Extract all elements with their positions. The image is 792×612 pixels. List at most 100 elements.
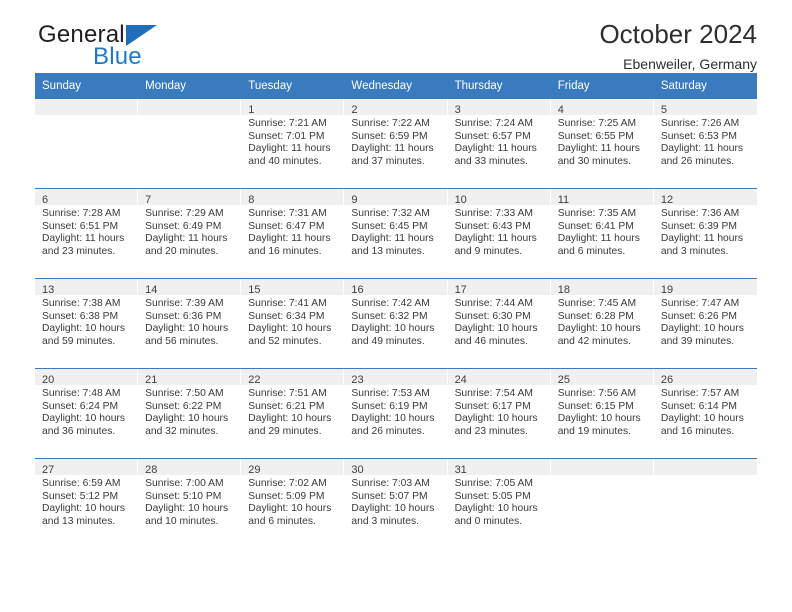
day-cell[interactable]: 19 Sunrise: 7:47 AM Sunset: 6:26 PM Dayl… [653,279,757,368]
day-cell[interactable]: 12 Sunrise: 7:36 AM Sunset: 6:39 PM Dayl… [653,189,757,278]
day-cell[interactable]: 7 Sunrise: 7:29 AM Sunset: 6:49 PM Dayli… [138,189,242,278]
day-info: Sunrise: 7:57 AM Sunset: 6:14 PM Dayligh… [654,385,757,438]
day-number-strip: 20 [35,369,138,386]
daylight-text: Daylight: 11 hours and 33 minutes. [454,143,537,167]
day-number: 2 [351,104,358,116]
day-number-strip: 18 [550,279,653,296]
day-number: 10 [454,194,467,206]
day-number: 19 [660,284,674,296]
calendar-week-row: 20 Sunrise: 7:48 AM Sunset: 6:24 PM Dayl… [35,368,757,458]
day-number-strip [653,459,757,475]
day-number-strip: 30 [344,459,447,476]
day-info: Sunrise: 7:42 AM Sunset: 6:32 PM Dayligh… [344,295,446,348]
day-number-strip: 17 [447,279,550,296]
daylight-text: Daylight: 11 hours and 37 minutes. [351,143,434,167]
sunrise-text: Sunrise: 7:05 AM [454,478,533,489]
sunrise-text: Sunrise: 7:50 AM [145,388,224,399]
day-info [551,475,653,478]
day-info [138,115,240,118]
sunrise-text: Sunrise: 7:33 AM [454,208,533,219]
weekday-monday: Monday [145,80,187,92]
sunset-text: Sunset: 6:28 PM [557,310,634,322]
weekday-wednesday: Wednesday [351,80,412,92]
sunrise-text: Sunrise: 6:59 AM [42,478,121,489]
day-cell[interactable]: 22 Sunrise: 7:51 AM Sunset: 6:21 PM Dayl… [241,369,345,458]
day-cell[interactable]: 2 Sunrise: 7:22 AM Sunset: 6:59 PM Dayli… [344,99,448,188]
day-info: Sunrise: 7:53 AM Sunset: 6:19 PM Dayligh… [344,385,446,438]
day-cell[interactable]: 8 Sunrise: 7:31 AM Sunset: 6:47 PM Dayli… [241,189,345,278]
daylight-text: Daylight: 10 hours and 10 minutes. [145,503,229,527]
daylight-text: Daylight: 10 hours and 3 minutes. [351,503,435,527]
day-cell[interactable]: 16 Sunrise: 7:42 AM Sunset: 6:32 PM Dayl… [344,279,448,368]
sunrise-text: Sunrise: 7:21 AM [248,118,327,129]
weekday-friday: Friday [557,80,590,92]
day-cell [138,99,242,188]
sunset-text: Sunset: 6:55 PM [557,130,634,142]
day-info: Sunrise: 7:41 AM Sunset: 6:34 PM Dayligh… [241,295,343,348]
general-blue-logo[interactable]: General Blue [35,22,255,74]
day-number: 8 [248,194,255,206]
sunrise-text: Sunrise: 7:51 AM [248,388,327,399]
day-cell[interactable]: 26 Sunrise: 7:57 AM Sunset: 6:14 PM Dayl… [653,369,757,458]
day-info: Sunrise: 7:32 AM Sunset: 6:45 PM Dayligh… [344,205,446,258]
day-cell[interactable]: 10 Sunrise: 7:33 AM Sunset: 6:43 PM Dayl… [447,189,551,278]
day-number: 22 [248,374,261,386]
day-number: 20 [42,374,55,386]
day-info: Sunrise: 7:56 AM Sunset: 6:15 PM Dayligh… [551,385,653,438]
day-cell[interactable]: 18 Sunrise: 7:45 AM Sunset: 6:28 PM Dayl… [550,279,654,368]
day-cell[interactable]: 14 Sunrise: 7:39 AM Sunset: 6:36 PM Dayl… [138,279,242,368]
day-info: Sunrise: 7:44 AM Sunset: 6:30 PM Dayligh… [448,295,550,348]
day-cell[interactable]: 21 Sunrise: 7:50 AM Sunset: 6:22 PM Dayl… [138,369,242,458]
sunrise-text: Sunrise: 7:32 AM [351,208,430,219]
day-cell[interactable]: 9 Sunrise: 7:32 AM Sunset: 6:45 PM Dayli… [344,189,448,278]
day-number-strip [35,99,138,115]
day-number: 3 [454,104,461,116]
sunset-text: Sunset: 6:43 PM [454,220,531,232]
sunset-text: Sunset: 6:19 PM [351,400,428,412]
day-cell[interactable]: 5 Sunrise: 7:26 AM Sunset: 6:53 PM Dayli… [653,99,757,188]
day-cell[interactable]: 30 Sunrise: 7:03 AM Sunset: 5:07 PM Dayl… [344,459,448,548]
day-cell[interactable]: 4 Sunrise: 7:25 AM Sunset: 6:55 PM Dayli… [550,99,654,188]
day-info: Sunrise: 7:38 AM Sunset: 6:38 PM Dayligh… [35,295,137,348]
sunrise-text: Sunrise: 7:53 AM [351,388,430,399]
sunrise-text: Sunrise: 7:29 AM [145,208,224,219]
day-cell[interactable]: 31 Sunrise: 7:05 AM Sunset: 5:05 PM Dayl… [447,459,551,548]
day-cell[interactable]: 20 Sunrise: 7:48 AM Sunset: 6:24 PM Dayl… [35,369,139,458]
day-cell[interactable]: 27 Sunrise: 6:59 AM Sunset: 5:12 PM Dayl… [35,459,139,548]
day-number: 17 [454,284,467,296]
day-info: Sunrise: 7:29 AM Sunset: 6:49 PM Dayligh… [138,205,240,258]
page-header: General Blue October 2024 Ebenweiler, Ge… [35,0,757,73]
sunrise-text: Sunrise: 7:35 AM [557,208,637,219]
day-cell[interactable]: 1 Sunrise: 7:21 AM Sunset: 7:01 PM Dayli… [241,99,345,188]
daylight-text: Daylight: 10 hours and 23 minutes. [454,413,538,437]
day-cell[interactable]: 17 Sunrise: 7:44 AM Sunset: 6:30 PM Dayl… [447,279,551,368]
sunrise-text: Sunrise: 7:45 AM [557,298,637,309]
daylight-text: Daylight: 10 hours and 13 minutes. [42,503,125,527]
daylight-text: Daylight: 11 hours and 3 minutes. [660,233,744,257]
daylight-text: Daylight: 10 hours and 49 minutes. [351,323,435,347]
day-cell[interactable]: 29 Sunrise: 7:02 AM Sunset: 5:09 PM Dayl… [241,459,345,548]
day-cell[interactable]: 3 Sunrise: 7:24 AM Sunset: 6:57 PM Dayli… [447,99,551,188]
sunrise-text: Sunrise: 7:31 AM [248,208,327,219]
day-number-strip: 28 [138,459,241,476]
day-cell[interactable]: 25 Sunrise: 7:56 AM Sunset: 6:15 PM Dayl… [550,369,654,458]
day-info: Sunrise: 7:31 AM Sunset: 6:47 PM Dayligh… [241,205,343,258]
day-cell[interactable]: 15 Sunrise: 7:41 AM Sunset: 6:34 PM Dayl… [241,279,345,368]
day-cell[interactable]: 23 Sunrise: 7:53 AM Sunset: 6:19 PM Dayl… [344,369,448,458]
daylight-text: Daylight: 10 hours and 39 minutes. [660,323,744,347]
day-info: Sunrise: 6:59 AM Sunset: 5:12 PM Dayligh… [35,475,137,528]
day-cell[interactable]: 28 Sunrise: 7:00 AM Sunset: 5:10 PM Dayl… [138,459,242,548]
day-cell[interactable]: 11 Sunrise: 7:35 AM Sunset: 6:41 PM Dayl… [550,189,654,278]
calendar-grid: Sunday Monday Tuesday Wednesday Thursday… [35,73,757,548]
sunset-text: Sunset: 6:14 PM [660,400,737,412]
day-cell[interactable]: 24 Sunrise: 7:54 AM Sunset: 6:17 PM Dayl… [447,369,551,458]
daylight-text: Daylight: 10 hours and 29 minutes. [248,413,332,437]
sunset-text: Sunset: 5:12 PM [42,490,119,502]
calendar-week-row: 13 Sunrise: 7:38 AM Sunset: 6:38 PM Dayl… [35,278,757,368]
day-cell[interactable]: 13 Sunrise: 7:38 AM Sunset: 6:38 PM Dayl… [35,279,139,368]
day-info: Sunrise: 7:02 AM Sunset: 5:09 PM Dayligh… [241,475,343,528]
daylight-text: Daylight: 11 hours and 9 minutes. [454,233,537,257]
day-cell[interactable]: 6 Sunrise: 7:28 AM Sunset: 6:51 PM Dayli… [35,189,139,278]
weekday-saturday: Saturday [660,80,707,92]
day-info: Sunrise: 7:24 AM Sunset: 6:57 PM Dayligh… [448,115,550,168]
